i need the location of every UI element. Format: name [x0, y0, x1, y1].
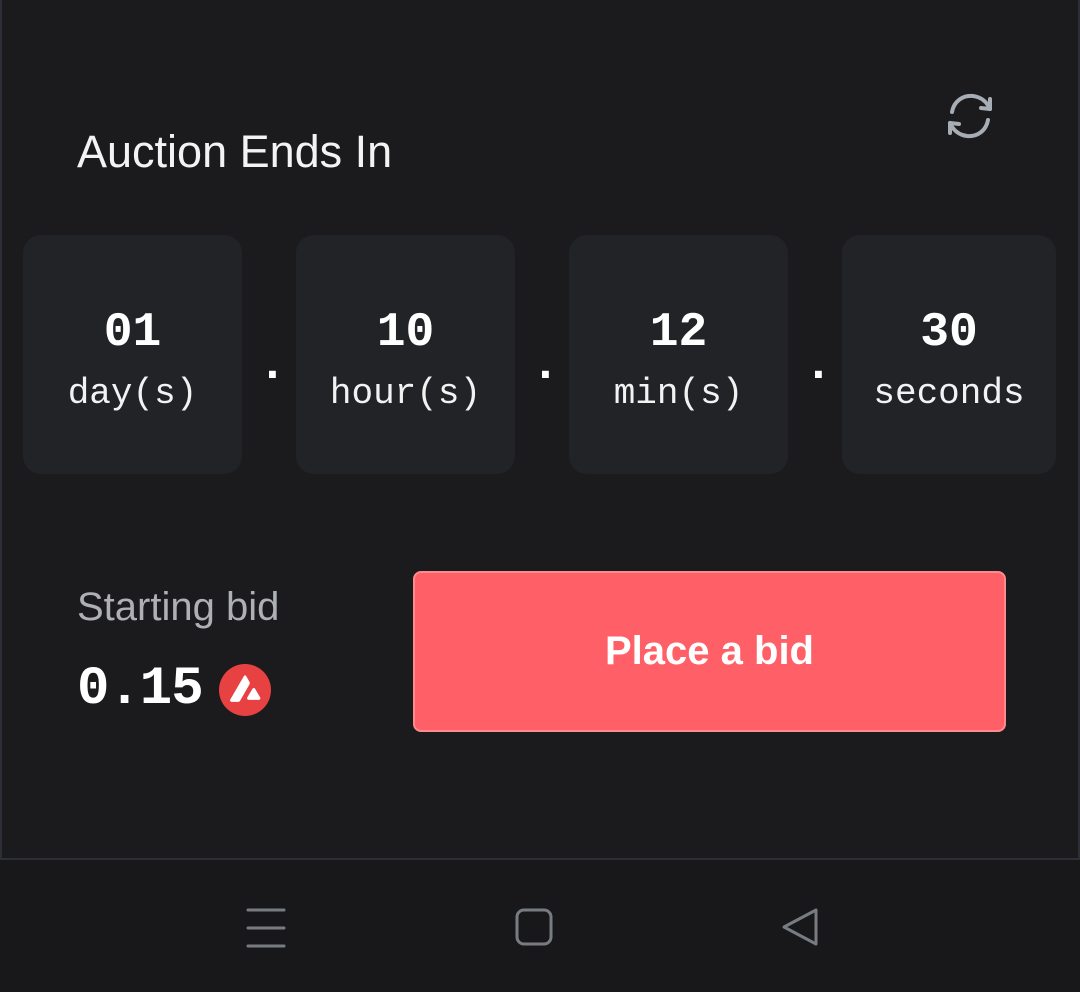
android-navigation-bar	[0, 860, 1080, 992]
countdown-separator: .	[804, 339, 833, 393]
starting-bid-amount: 0.15	[77, 659, 204, 720]
countdown-seconds-unit: seconds	[873, 373, 1025, 414]
countdown-hours-value: 10	[376, 306, 435, 360]
countdown-minutes-value: 12	[649, 306, 708, 360]
back-icon	[770, 900, 830, 960]
countdown-seconds-box: 30 seconds	[842, 235, 1056, 474]
starting-bid-amount-row: 0.15	[77, 660, 271, 720]
countdown-days-value: 01	[103, 306, 162, 360]
back-button[interactable]	[770, 900, 830, 960]
countdown-separator: .	[531, 339, 560, 393]
countdown-seconds-value: 30	[920, 306, 978, 360]
auction-countdown: 01 day(s) . 10 hour(s) . 12 min(s) . 30 …	[2, 235, 1078, 475]
refresh-button[interactable]	[942, 88, 998, 144]
auction-screen: Auction Ends In 01 day(s) . 10 hour(s) .…	[0, 0, 1080, 860]
countdown-days-box: 01 day(s)	[23, 235, 242, 474]
place-bid-button[interactable]: Place a bid	[413, 571, 1006, 732]
countdown-separator: .	[258, 339, 287, 393]
home-icon	[504, 900, 564, 960]
countdown-days-unit: day(s)	[67, 373, 198, 414]
auction-ends-title: Auction Ends In	[77, 126, 393, 178]
starting-bid-label: Starting bid	[77, 585, 280, 629]
countdown-minutes-box: 12 min(s)	[569, 235, 788, 474]
countdown-hours-unit: hour(s)	[329, 373, 482, 414]
menu-icon	[236, 900, 296, 960]
menu-button[interactable]	[236, 900, 296, 960]
countdown-minutes-unit: min(s)	[613, 373, 744, 414]
refresh-icon	[942, 88, 998, 144]
avax-icon	[203, 664, 271, 716]
countdown-hours-box: 10 hour(s)	[296, 235, 515, 474]
home-button[interactable]	[504, 900, 564, 960]
